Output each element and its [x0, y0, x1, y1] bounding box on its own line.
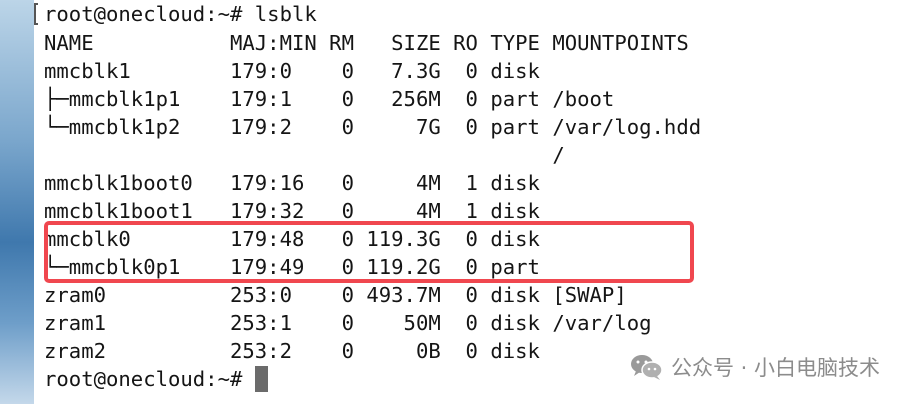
- device-row: ├─mmcblk1p1 179:1 0 256M 0 part /boot: [44, 87, 615, 111]
- text-cursor: [254, 366, 268, 392]
- wechat-icon: [630, 355, 663, 380]
- shell-prompt: root@onecloud:~#: [44, 367, 255, 391]
- terminal-output: root@onecloud:~# lsblk NAME MAJ:MIN RM S…: [44, 0, 701, 393]
- device-row: └─mmcblk1p2 179:2 0 7G 0 part /var/log.h…: [44, 115, 702, 139]
- selection-bracket: [34, 3, 38, 25]
- table-header: NAME MAJ:MIN RM SIZE RO TYPE MOUNTPOINTS: [44, 31, 689, 55]
- watermark-text: 公众号 · 小白电脑技术: [670, 356, 880, 380]
- highlight-box: [44, 221, 694, 283]
- watermark: 公众号 · 小白电脑技术: [629, 352, 880, 382]
- device-row-continuation: /: [44, 143, 565, 167]
- device-row: zram0 253:0 0 493.7M 0 disk [SWAP]: [44, 283, 627, 307]
- device-row: zram1 253:1 0 50M 0 disk /var/log: [44, 311, 652, 335]
- desktop-background: [0, 0, 34, 404]
- device-row: mmcblk1boot0 179:16 0 4M 1 disk: [44, 171, 540, 195]
- prompt-line[interactable]: root@onecloud:~#: [44, 365, 701, 393]
- device-row: mmcblk1 179:0 0 7.3G 0 disk: [44, 59, 540, 83]
- terminal-window[interactable]: root@onecloud:~# lsblk NAME MAJ:MIN RM S…: [34, 0, 908, 404]
- device-row: zram2 253:2 0 0B 0 disk: [44, 339, 540, 363]
- command-line: root@onecloud:~# lsblk: [44, 2, 317, 26]
